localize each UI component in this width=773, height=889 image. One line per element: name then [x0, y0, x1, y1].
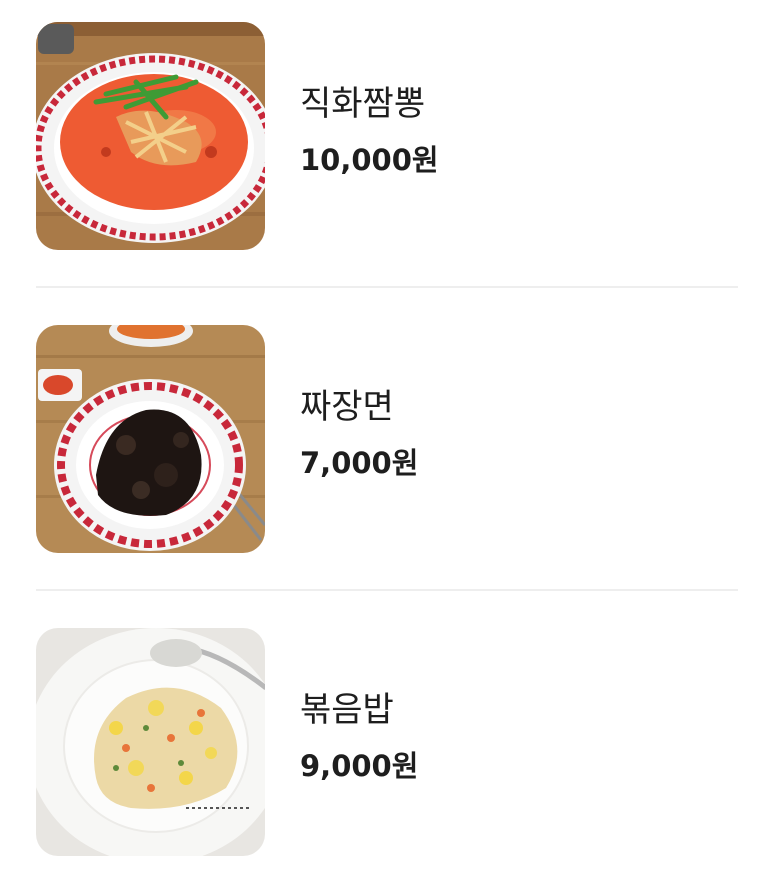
item-info: 볶음밥 9,000원: [300, 688, 418, 784]
menu-item-jajangmyeon[interactable]: 짜장면 7,000원: [36, 325, 738, 553]
divider: [36, 589, 738, 591]
fried-rice-photo[interactable]: [36, 628, 265, 856]
item-name: 직화짬뽕: [300, 84, 426, 124]
item-name: 짜장면: [300, 387, 394, 427]
item-info: 짜장면 7,000원: [300, 385, 418, 481]
item-price: 10,000원: [300, 143, 439, 177]
item-price: 7,000원: [300, 446, 419, 480]
menu-item-fried-rice[interactable]: 볶음밥 9,000원: [36, 628, 738, 856]
jjamppong-photo[interactable]: [36, 22, 265, 250]
item-name: 볶음밥: [300, 690, 394, 730]
item-price: 9,000원: [300, 749, 419, 783]
menu-list: 직화짬뽕 10,000원 짜장면 7,000원 볶음밥 9,000원: [0, 0, 773, 889]
jajangmyeon-photo[interactable]: [36, 325, 265, 553]
menu-item-jjamppong[interactable]: 직화짬뽕 10,000원: [36, 22, 738, 250]
divider: [36, 286, 738, 288]
item-info: 직화짬뽕 10,000원: [300, 82, 439, 178]
